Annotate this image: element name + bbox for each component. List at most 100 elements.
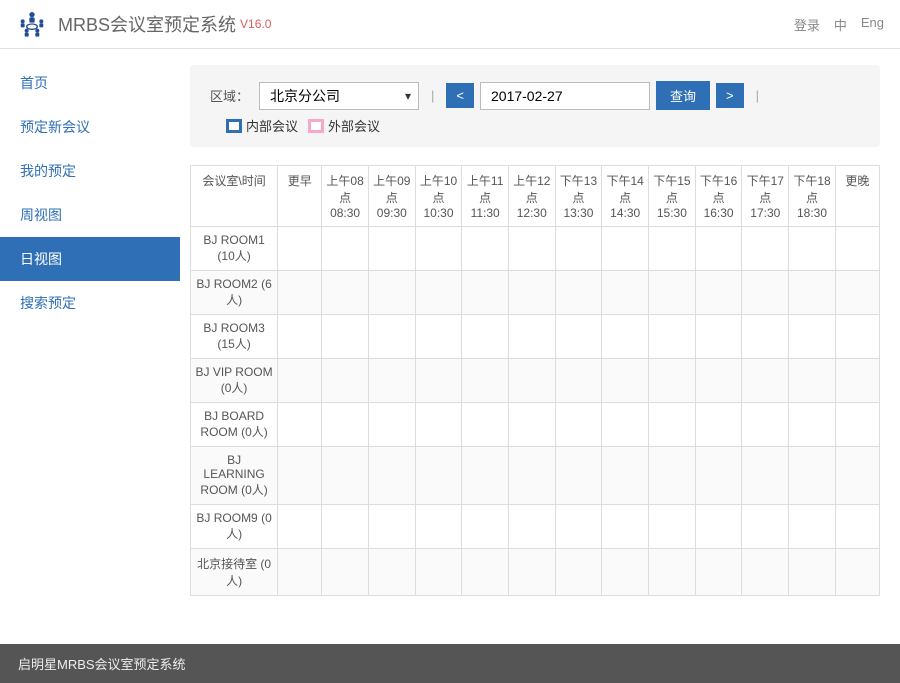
schedule-cell[interactable] [322, 359, 369, 403]
schedule-cell[interactable] [278, 315, 322, 359]
query-button[interactable]: 查询 [656, 81, 710, 110]
schedule-cell[interactable] [695, 359, 742, 403]
schedule-cell[interactable] [789, 271, 836, 315]
schedule-cell[interactable] [789, 447, 836, 505]
schedule-cell[interactable] [835, 227, 879, 271]
schedule-cell[interactable] [695, 403, 742, 447]
schedule-cell[interactable] [555, 359, 602, 403]
schedule-cell[interactable] [789, 227, 836, 271]
schedule-cell[interactable] [278, 549, 322, 596]
schedule-cell[interactable] [278, 403, 322, 447]
schedule-cell[interactable] [602, 359, 649, 403]
schedule-cell[interactable] [695, 271, 742, 315]
sidebar-item-0[interactable]: 首页 [0, 61, 180, 105]
schedule-cell[interactable] [555, 505, 602, 549]
room-cell[interactable]: BJ ROOM9 (0人) [191, 505, 278, 549]
schedule-cell[interactable] [462, 403, 509, 447]
area-select[interactable]: 北京分公司 [259, 82, 419, 110]
schedule-cell[interactable] [508, 505, 555, 549]
schedule-cell[interactable] [835, 549, 879, 596]
schedule-cell[interactable] [789, 359, 836, 403]
schedule-cell[interactable] [649, 403, 696, 447]
schedule-cell[interactable] [742, 315, 789, 359]
schedule-cell[interactable] [415, 359, 462, 403]
schedule-cell[interactable] [695, 227, 742, 271]
room-cell[interactable]: BJ BOARD ROOM (0人) [191, 403, 278, 447]
schedule-cell[interactable] [462, 447, 509, 505]
schedule-cell[interactable] [695, 549, 742, 596]
schedule-cell[interactable] [742, 271, 789, 315]
date-input[interactable] [480, 82, 650, 110]
sidebar-item-3[interactable]: 周视图 [0, 193, 180, 237]
schedule-cell[interactable] [695, 505, 742, 549]
schedule-cell[interactable] [742, 403, 789, 447]
schedule-cell[interactable] [742, 359, 789, 403]
schedule-cell[interactable] [462, 227, 509, 271]
schedule-cell[interactable] [695, 447, 742, 505]
schedule-cell[interactable] [789, 315, 836, 359]
schedule-cell[interactable] [368, 447, 415, 505]
schedule-cell[interactable] [415, 505, 462, 549]
schedule-cell[interactable] [415, 447, 462, 505]
schedule-cell[interactable] [555, 549, 602, 596]
schedule-cell[interactable] [602, 549, 649, 596]
schedule-cell[interactable] [508, 447, 555, 505]
schedule-cell[interactable] [368, 549, 415, 596]
schedule-cell[interactable] [555, 271, 602, 315]
schedule-cell[interactable] [742, 549, 789, 596]
schedule-cell[interactable] [649, 549, 696, 596]
sidebar-item-2[interactable]: 我的预定 [0, 149, 180, 193]
schedule-cell[interactable] [649, 227, 696, 271]
schedule-cell[interactable] [322, 447, 369, 505]
schedule-cell[interactable] [322, 227, 369, 271]
schedule-cell[interactable] [278, 227, 322, 271]
lang-cn-link[interactable]: 中 [834, 15, 847, 34]
schedule-cell[interactable] [462, 315, 509, 359]
schedule-cell[interactable] [462, 359, 509, 403]
schedule-cell[interactable] [368, 359, 415, 403]
sidebar-item-1[interactable]: 预定新会议 [0, 105, 180, 149]
schedule-cell[interactable] [649, 505, 696, 549]
schedule-cell[interactable] [415, 315, 462, 359]
schedule-cell[interactable] [602, 227, 649, 271]
next-date-button[interactable]: > [716, 83, 744, 108]
schedule-cell[interactable] [555, 447, 602, 505]
schedule-cell[interactable] [555, 227, 602, 271]
schedule-cell[interactable] [368, 315, 415, 359]
room-cell[interactable]: BJ LEARNING ROOM (0人) [191, 447, 278, 505]
schedule-cell[interactable] [602, 447, 649, 505]
login-link[interactable]: 登录 [794, 15, 820, 34]
schedule-cell[interactable] [508, 271, 555, 315]
schedule-cell[interactable] [555, 315, 602, 359]
schedule-cell[interactable] [368, 403, 415, 447]
sidebar-item-4[interactable]: 日视图 [0, 237, 180, 281]
schedule-cell[interactable] [835, 271, 879, 315]
schedule-cell[interactable] [835, 359, 879, 403]
schedule-cell[interactable] [602, 271, 649, 315]
room-cell[interactable]: 北京接待室 (0人) [191, 549, 278, 596]
schedule-cell[interactable] [835, 505, 879, 549]
schedule-cell[interactable] [742, 447, 789, 505]
schedule-cell[interactable] [278, 505, 322, 549]
schedule-cell[interactable] [415, 271, 462, 315]
lang-en-link[interactable]: Eng [861, 15, 884, 34]
schedule-cell[interactable] [278, 447, 322, 505]
schedule-cell[interactable] [649, 271, 696, 315]
schedule-cell[interactable] [835, 315, 879, 359]
room-cell[interactable]: BJ ROOM2 (6人) [191, 271, 278, 315]
schedule-cell[interactable] [695, 315, 742, 359]
schedule-cell[interactable] [649, 447, 696, 505]
schedule-cell[interactable] [508, 549, 555, 596]
schedule-cell[interactable] [649, 315, 696, 359]
schedule-cell[interactable] [322, 403, 369, 447]
room-cell[interactable]: BJ ROOM1 (10人) [191, 227, 278, 271]
room-cell[interactable]: BJ ROOM3 (15人) [191, 315, 278, 359]
schedule-cell[interactable] [508, 359, 555, 403]
schedule-cell[interactable] [278, 271, 322, 315]
schedule-cell[interactable] [415, 403, 462, 447]
schedule-cell[interactable] [602, 403, 649, 447]
schedule-cell[interactable] [602, 505, 649, 549]
schedule-cell[interactable] [322, 271, 369, 315]
schedule-cell[interactable] [649, 359, 696, 403]
schedule-cell[interactable] [555, 403, 602, 447]
